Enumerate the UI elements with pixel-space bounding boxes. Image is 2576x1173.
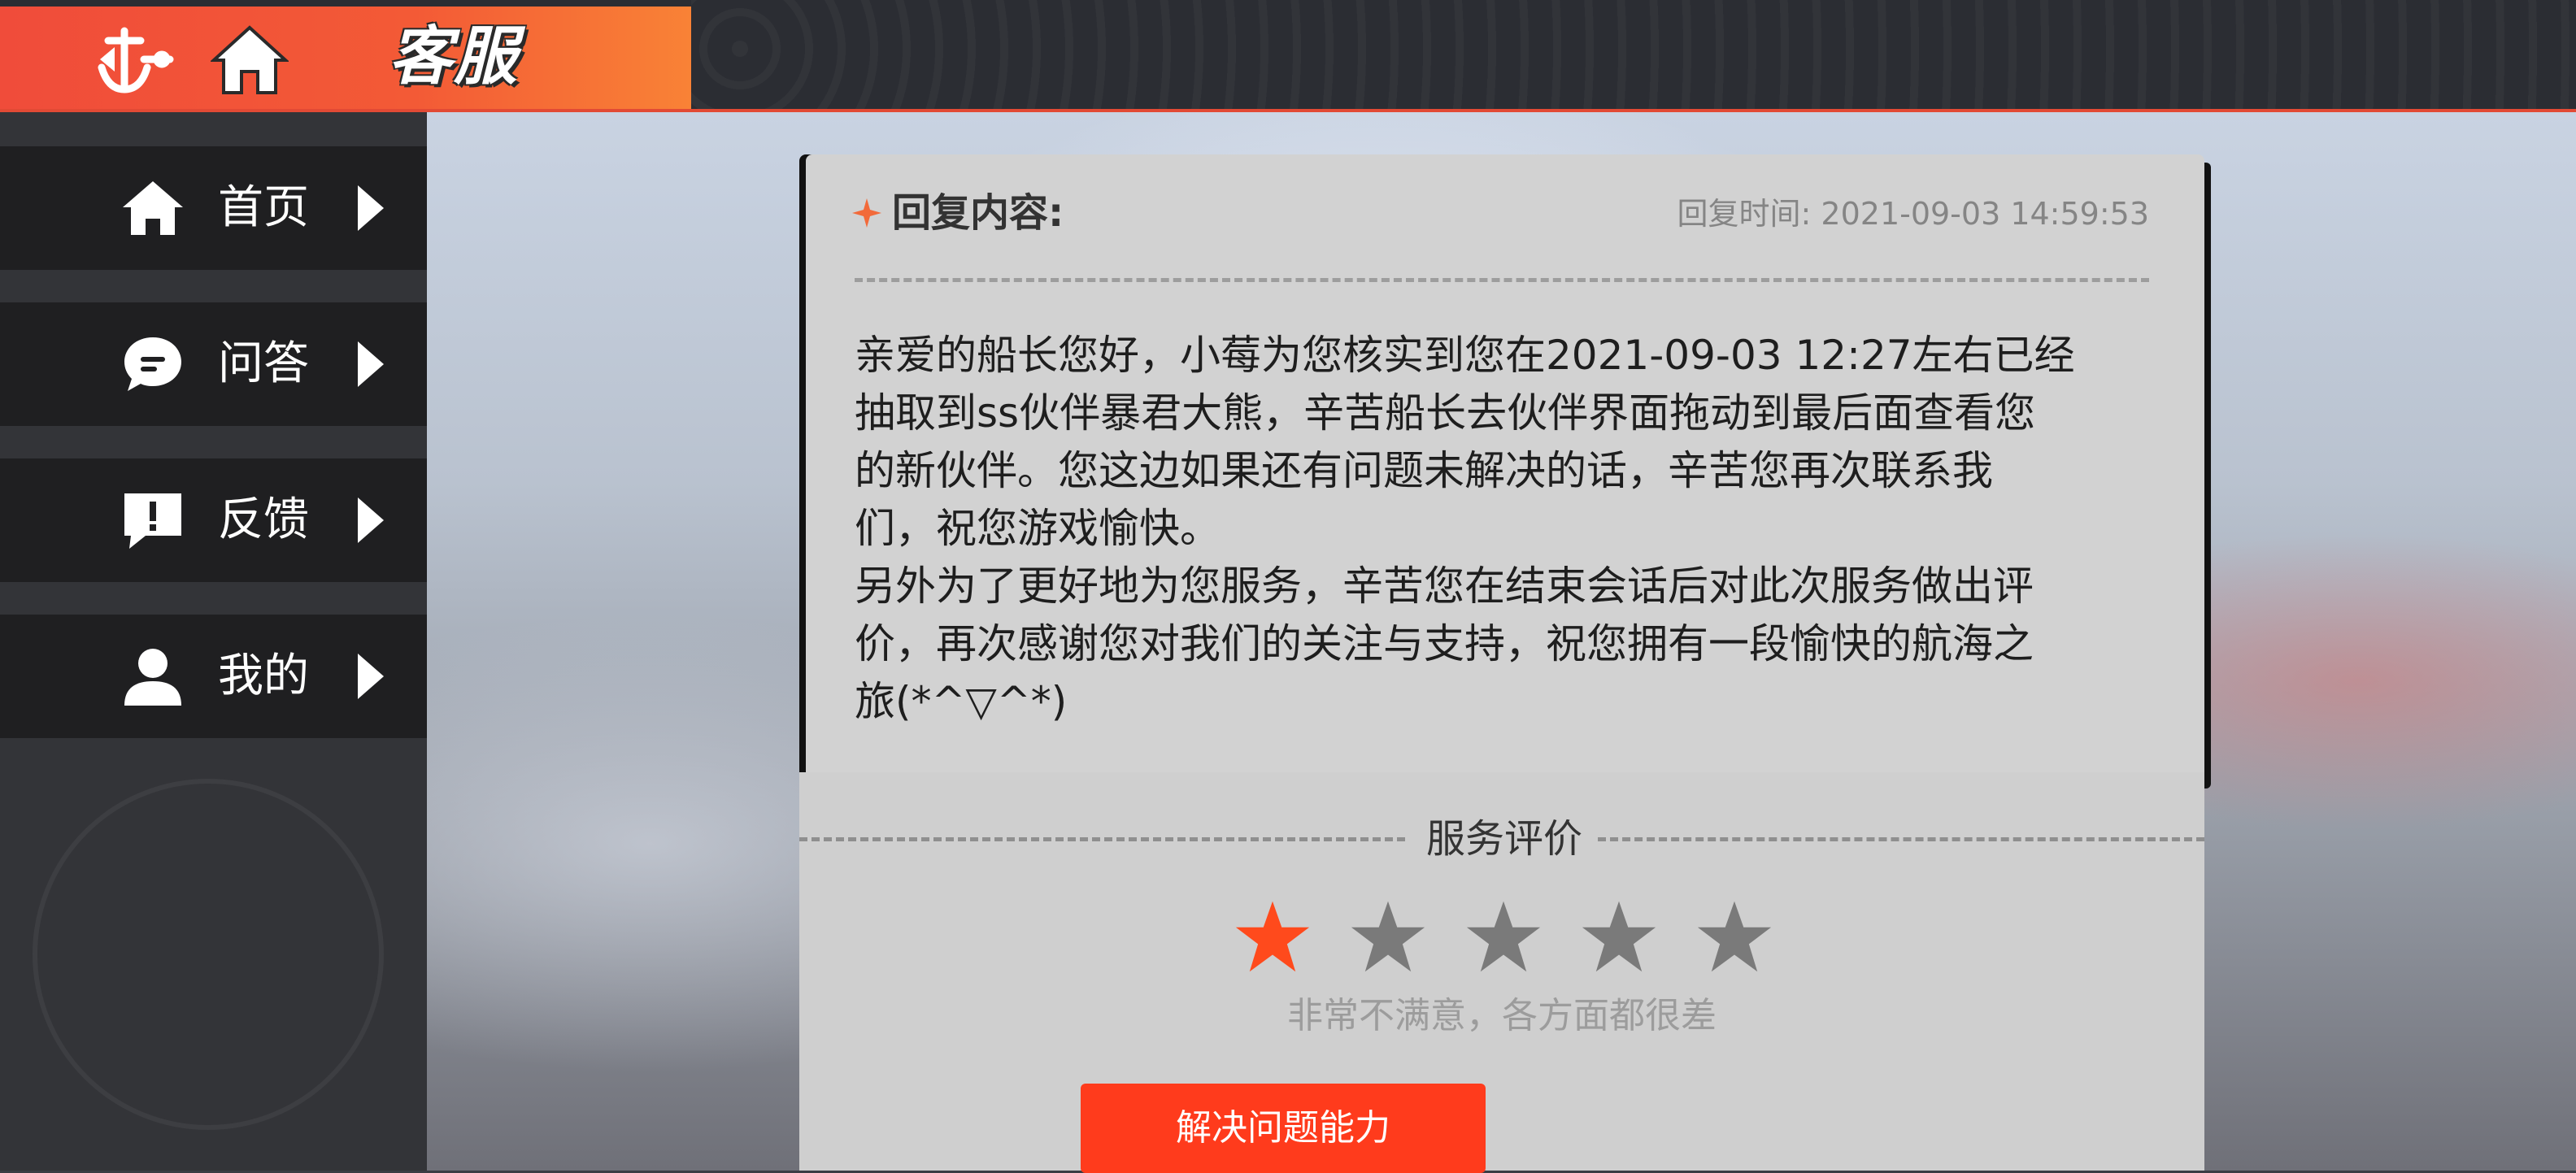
reply-card: 回复内容: 回复时间: 2021-09-03 14:59:53 亲爱的船长您好，… — [799, 154, 2211, 1173]
home-icon — [211, 25, 289, 94]
chevron-right-icon — [358, 341, 384, 387]
reply-time: 回复时间: 2021-09-03 14:59:53 — [1677, 196, 2149, 232]
top-bar: 客服 — [0, 0, 2576, 112]
rating-description: 非常不满意，各方面都很差 — [1287, 995, 1717, 1036]
reply-line: 亲爱的船长您好，小莓为您核实到您在2021-09-03 12:27左右已经 — [855, 332, 2075, 379]
star-4-icon[interactable] — [1581, 898, 1657, 975]
back-button[interactable] — [89, 15, 179, 104]
reply-line: 抽取到ss伙伴暴君大熊，辛苦船长去伙伴界面拖动到最后面查看您 — [855, 389, 2036, 437]
card-edge — [2204, 163, 2211, 789]
reply-line: 旅(*^▽^*) — [855, 678, 1068, 725]
sidebar: 首页 问答 反馈 我的 — [0, 112, 427, 1171]
feedback-exclamation-icon — [120, 488, 185, 553]
divider — [799, 837, 1405, 841]
solve-ability-button[interactable]: 解决问题能力 — [1081, 1084, 1486, 1173]
rating-stars — [1234, 898, 1773, 988]
sidebar-item-home[interactable]: 首页 — [0, 146, 427, 270]
sidebar-item-feedback[interactable]: 反馈 — [0, 458, 427, 582]
sparkle-icon — [852, 198, 881, 228]
sidebar-item-qa[interactable]: 问答 — [0, 302, 427, 426]
home-button[interactable] — [205, 15, 294, 104]
star-2-icon[interactable] — [1350, 898, 1426, 975]
evaluation-title: 服务评价 — [1425, 816, 1582, 862]
anchor-back-icon — [98, 27, 174, 93]
reply-line: 价，再次感谢您对我们的关注与支持，祝您拥有一段愉快的航海之 — [855, 620, 2034, 667]
chevron-right-icon — [358, 185, 384, 231]
reply-line: 的新伙伴。您这边如果还有问题未解决的话，辛苦您再次联系我 — [855, 447, 1993, 494]
top-bar-pattern — [691, 0, 2576, 109]
page-title: 客服 — [389, 20, 520, 93]
home-icon — [120, 176, 185, 241]
star-3-icon[interactable] — [1465, 898, 1542, 975]
chevron-right-icon — [358, 654, 384, 699]
user-icon — [120, 644, 185, 709]
chat-bubble-icon — [120, 332, 185, 397]
sidebar-item-label: 我的 — [218, 649, 309, 702]
reply-line: 另外为了更好地为您服务，辛苦您在结束会话后对此次服务做出评 — [855, 563, 2034, 610]
sidebar-item-label: 反馈 — [218, 493, 309, 546]
sidebar-item-label: 问答 — [218, 337, 309, 390]
compass-decoration — [33, 779, 384, 1130]
star-5-icon[interactable] — [1696, 898, 1773, 975]
reply-title: 回复内容: — [892, 190, 1064, 236]
sidebar-item-mine[interactable]: 我的 — [0, 615, 427, 738]
sidebar-item-label: 首页 — [218, 181, 309, 234]
reply-body: 亲爱的船长您好，小莓为您核实到您在2021-09-03 12:27左右已经 抽取… — [855, 327, 2123, 731]
star-1-icon[interactable] — [1234, 898, 1311, 975]
reply-line: 们，祝您游戏愉快。 — [855, 505, 1221, 552]
chevron-right-icon — [358, 497, 384, 543]
divider — [1598, 837, 2204, 841]
divider — [855, 278, 2149, 282]
